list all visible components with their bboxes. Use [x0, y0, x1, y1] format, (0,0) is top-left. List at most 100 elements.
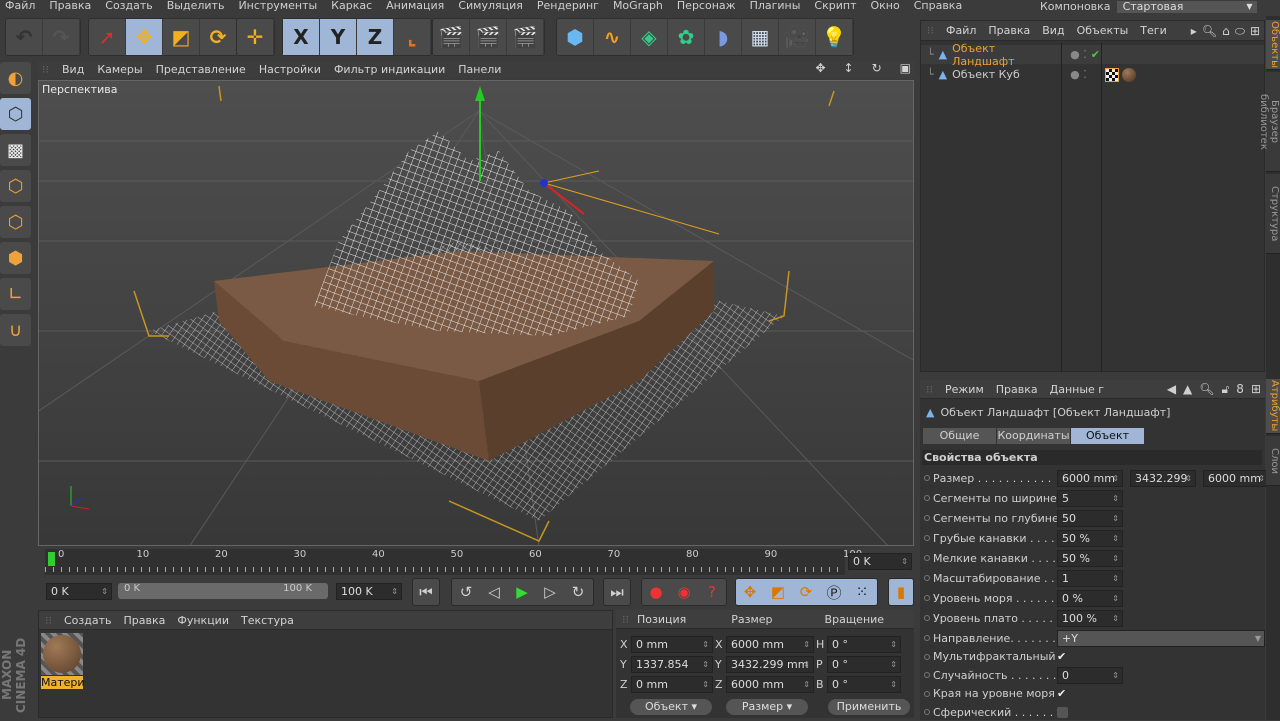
animate-dot-icon[interactable] — [924, 672, 930, 678]
spline-icon[interactable]: ∿ — [594, 19, 631, 55]
render-view-icon[interactable]: 🎬 — [433, 19, 470, 55]
layout-dropdown[interactable]: Стартовая ▼ — [1116, 0, 1257, 13]
key-position-icon[interactable]: ✥ — [736, 579, 764, 605]
attribute-menu-item[interactable]: Данные г — [1050, 383, 1104, 396]
move-icon[interactable]: ✥ — [126, 19, 163, 55]
timeline-playhead[interactable] — [48, 552, 55, 566]
menu-item-14[interactable]: Справка — [909, 0, 971, 14]
menu-item-9[interactable]: MoGraph — [608, 0, 672, 14]
rot-field[interactable]: 0 ° ⇕ — [827, 636, 901, 653]
home-icon[interactable]: ⌂ — [1222, 24, 1230, 39]
auto-key-icon[interactable]: ◉ — [670, 579, 698, 605]
animate-dot-icon[interactable] — [924, 575, 930, 581]
tab-2[interactable]: Объект — [1071, 428, 1144, 444]
menu-item-4[interactable]: Инструменты — [233, 0, 326, 14]
property-field[interactable]: 0 % ⇕ — [1057, 589, 1123, 607]
animate-dot-icon[interactable] — [924, 635, 930, 641]
deformer-icon[interactable]: ◗ — [705, 19, 742, 55]
render-picture-viewer-icon[interactable]: 🎬 — [470, 19, 507, 55]
search-icon[interactable]: 🔍︎ — [1202, 24, 1217, 39]
prev-key-icon[interactable]: ↺ — [452, 579, 480, 605]
key-rotation-icon[interactable]: ⟳ — [792, 579, 820, 605]
rot-field[interactable]: 0 ° ⇕ — [827, 676, 901, 693]
scale-icon[interactable]: ◩ — [163, 19, 200, 55]
tab-1[interactable]: Координаты — [997, 428, 1070, 444]
menu-item-6[interactable]: Анимация — [381, 0, 453, 14]
animate-dot-icon[interactable] — [924, 653, 930, 660]
back-arrow-icon[interactable]: ◀ — [1167, 382, 1176, 397]
checkbox[interactable]: ✔ — [1057, 688, 1068, 699]
texture-tag-icon[interactable] — [1104, 67, 1119, 82]
animate-dot-icon[interactable] — [924, 690, 930, 697]
animate-dot-icon[interactable] — [924, 515, 930, 521]
size-field[interactable]: 6000 mm ⇕ — [1057, 469, 1123, 487]
menu-item-2[interactable]: Создать — [100, 0, 162, 14]
object-menu-item[interactable]: Теги — [1140, 24, 1166, 37]
checkbox[interactable] — [1057, 706, 1068, 718]
key-scale-icon[interactable]: ◩ — [764, 579, 792, 605]
property-field[interactable]: 5 ⇕ — [1057, 489, 1123, 507]
coordinate-system-icon[interactable]: ⌞ — [394, 19, 431, 55]
size-mode-dropdown[interactable]: Размер ▾ — [726, 699, 808, 715]
current-frame-field[interactable]: 0 K ⇕ — [848, 553, 912, 570]
z-axis-icon[interactable]: Z — [357, 19, 394, 55]
up-arrow-icon[interactable]: ▲ — [1183, 382, 1192, 397]
size-field[interactable]: 6000 mm ⇕ — [726, 636, 814, 653]
timeline-ruler[interactable]: 0102030405060708090100 — [45, 549, 862, 575]
cube-icon[interactable]: ⬢ — [557, 19, 594, 55]
pan-icon[interactable]: ✥ — [815, 61, 825, 75]
snap-magnet-icon[interactable]: ∪ — [0, 314, 31, 346]
side-tab-3[interactable]: Атрибуты — [1266, 379, 1280, 434]
direction-dropdown[interactable]: +Y ▼ — [1057, 629, 1265, 647]
orbit-icon[interactable]: ↻ — [872, 61, 882, 75]
keyframe-selection-icon[interactable]: ? — [698, 579, 726, 605]
material-item[interactable]: Матери — [41, 633, 85, 693]
menu-item-5[interactable]: Каркас — [326, 0, 381, 14]
property-field[interactable]: 50 % ⇕ — [1057, 529, 1123, 547]
texture-mode-icon[interactable]: ▩ — [0, 134, 31, 166]
material-menu-item[interactable]: Функции — [177, 614, 229, 627]
size-field[interactable]: 3432.299 ⇕ — [1130, 469, 1196, 487]
property-field[interactable]: 100 % ⇕ — [1057, 609, 1123, 627]
coordinate-mode-dropdown[interactable]: Объект ▾ — [630, 699, 712, 715]
object-menu-item[interactable]: Вид — [1042, 24, 1064, 37]
y-axis-icon[interactable]: Y — [320, 19, 357, 55]
hide-icon[interactable]: ⬭ — [1235, 24, 1245, 39]
x-axis-icon[interactable]: X — [283, 19, 320, 55]
menu-item-10[interactable]: Персонаж — [672, 0, 745, 14]
end-frame-field[interactable]: 100 K ⇕ — [336, 583, 402, 600]
last-tool-icon[interactable]: ✛ — [237, 19, 274, 55]
animate-dot-icon[interactable] — [924, 615, 930, 621]
new-window-icon[interactable]: ⊞ — [1250, 24, 1260, 39]
mograph-cloner-icon[interactable]: ✿ — [668, 19, 705, 55]
viewport-scene[interactable] — [39, 81, 914, 546]
menu-item-13[interactable]: Окно — [865, 0, 908, 14]
menu-item-8[interactable]: Рендеринг — [532, 0, 608, 14]
viewport-menu-panels[interactable]: Панели — [458, 63, 501, 76]
live-select-icon[interactable]: ➚ — [89, 19, 126, 55]
frame-range-slider[interactable]: 0 K 100 K — [118, 583, 328, 599]
tab-0[interactable]: Общие — [923, 428, 996, 444]
side-tab-1[interactable]: Браузер библиотек — [1258, 72, 1280, 172]
go-to-end-icon[interactable]: ⏭ — [604, 579, 630, 605]
material-menu-item[interactable]: Создать — [64, 614, 112, 627]
model-mode-icon[interactable]: ⬡ — [0, 98, 31, 130]
viewport-menu-options[interactable]: Настройки — [259, 63, 321, 76]
menu-item-11[interactable]: Плагины — [745, 0, 810, 14]
rot-field[interactable]: 0 ° ⇕ — [827, 656, 901, 673]
start-frame-field[interactable]: 0 K ⇕ — [46, 583, 112, 600]
search-icon[interactable]: 🔍︎ — [1199, 382, 1214, 397]
size-field[interactable]: 6000 mm ⇕ — [726, 676, 814, 693]
menu-item-3[interactable]: Выделить — [162, 0, 234, 14]
menu-item-1[interactable]: Правка — [44, 0, 100, 14]
menu-item-7[interactable]: Симуляция — [453, 0, 532, 14]
property-field[interactable]: 0 ⇕ — [1057, 666, 1123, 684]
record-key-icon[interactable]: ● — [642, 579, 670, 605]
make-editable-icon[interactable]: ◐ — [0, 62, 31, 94]
subdivision-icon[interactable]: ◈ — [631, 19, 668, 55]
next-frame-icon[interactable]: ▷ — [536, 579, 564, 605]
property-field[interactable]: 1 ⇕ — [1057, 569, 1123, 587]
visibility-dots-icon[interactable]: ● ⁚ — [1070, 48, 1087, 61]
zoom-icon[interactable]: ↕ — [844, 61, 854, 75]
animate-dot-icon[interactable] — [924, 495, 930, 501]
